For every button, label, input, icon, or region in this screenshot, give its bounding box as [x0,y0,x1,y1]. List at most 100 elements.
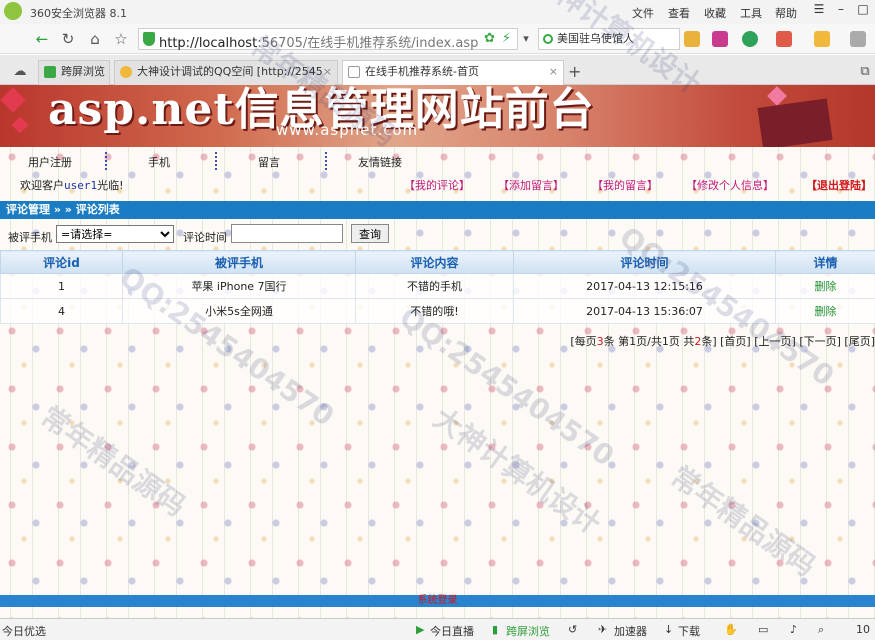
lightning-icon[interactable]: ⚡ [502,31,511,46]
tab-homepage[interactable]: 在线手机推荐系统-首页 × [342,60,564,86]
url-dropdown-icon[interactable]: ▾ [516,29,536,49]
new-tab-button[interactable]: + [568,62,581,81]
extension-translate-icon[interactable] [776,31,792,47]
header-detail[interactable]: 详情 [775,250,875,274]
link-logout[interactable]: 【退出登陆】 [806,177,872,193]
flower-icon[interactable]: ✿ [484,31,495,46]
cloud-icon[interactable]: ☁ [10,62,30,82]
tab-list-icon[interactable]: ⧉ [855,62,875,82]
extension-grid-icon[interactable] [684,31,700,47]
nav-friend-links[interactable]: 友情链接 [358,154,402,170]
minimize-icon[interactable]: – [830,2,852,20]
breadcrumb: 评论管理 » » 评论列表 [0,201,875,219]
cell-comment-id: 1 [0,273,123,299]
link-add-message[interactable]: 【添加留言】 [498,177,564,193]
phone-filter-select[interactable]: =请选择= [56,225,174,243]
heart-decoration-icon [0,87,26,113]
status-accelerator[interactable]: 加速器 [614,623,647,639]
url-text: http://localhost:56705/在线手机推荐系统/index.as… [159,32,479,51]
phone-filter-label: 被评手机 [8,231,52,244]
url-bar[interactable]: http://localhost:56705/在线手机推荐系统/index.as… [138,28,518,51]
menu-favorites[interactable]: 收藏 [704,5,726,21]
menu-file[interactable]: 文件 [632,5,654,21]
status-today-picks[interactable]: 今日优选 [2,623,46,639]
extension-gamepad-icon[interactable] [850,31,866,47]
web-page: asp.net信息管理网站前台 www.aspnet.com 用户注册 手机 留… [0,85,875,618]
nav-divider [215,152,217,170]
link-my-comments[interactable]: 【我的评论】 [404,177,470,193]
status-rocket-icon[interactable]: ✈ [598,623,607,636]
link-edit-profile[interactable]: 【修改个人信息】 [686,177,774,193]
welcome-prefix: 欢迎客户 [20,179,64,192]
status-history-icon[interactable]: ↺ [568,623,577,636]
cell-content: 不错的手机 [355,273,514,299]
page-icon [348,66,360,78]
pager-prev[interactable]: [上一页] [754,335,796,348]
pager-last[interactable]: [尾页] [844,335,875,348]
phone-icon [44,66,56,78]
status-live-icon[interactable]: ▶ [416,623,424,636]
time-filter-input[interactable] [231,224,343,243]
close-tab-icon[interactable]: × [549,61,558,83]
tab-qq-space[interactable]: 大神设计调试的QQ空间 [http://2545 × [114,60,338,85]
maximize-icon[interactable]: □ [852,2,874,20]
status-download[interactable]: 下载 [678,623,700,639]
header-content[interactable]: 评论内容 [355,250,514,274]
cell-time: 2017-04-13 15:36:07 [513,298,776,324]
cell-phone: 小米5s全网通 [122,298,356,324]
nav-phones[interactable]: 手机 [148,154,170,170]
delete-link[interactable]: 删除 [775,273,875,299]
table-row: 1 苹果 iPhone 7国行 不错的手机 2017-04-13 12:15:1… [0,273,875,299]
pager-text: 页 共 [668,335,695,348]
status-zoom[interactable]: 10 [856,623,870,636]
welcome-suffix: 光临! [97,179,124,192]
extension-app-icon[interactable] [712,31,728,47]
tab-cross-screen[interactable]: 跨屏浏览 [38,60,110,85]
header-time[interactable]: 评论时间 [513,250,776,274]
menu-help[interactable]: 帮助 [775,5,797,21]
menu-view[interactable]: 查看 [668,5,690,21]
status-zoom-icon[interactable]: ⌕ [818,623,824,637]
table-header-row: 评论id 被评手机 评论内容 评论时间 详情 [0,250,875,274]
pager-total-pages: 1 [661,335,669,348]
status-cross-screen[interactable]: 跨屏浏览 [506,623,550,639]
extension-shield-icon[interactable] [742,31,758,47]
header-comment-id[interactable]: 评论id [0,250,123,274]
footer-login-link[interactable]: 系统登录 [0,595,875,607]
url-host: http://localhost [159,36,258,51]
reload-icon[interactable]: ↻ [58,29,78,49]
star-icon[interactable]: ☆ [111,29,131,49]
browser-statusbar: 今日优选 ▶ 今日直播 ▮ 跨屏浏览 ↺ ✈ 加速器 ↓ 下载 ✋ ▭ ♪ ⌕ … [0,618,875,640]
cell-time: 2017-04-13 12:15:16 [513,273,776,299]
link-my-messages[interactable]: 【我的留言】 [592,177,658,193]
query-button[interactable]: 查询 [351,224,389,243]
heart-decoration-icon [767,86,787,106]
pager-text: 条 第 [603,335,630,348]
tab-label: 大神设计调试的QQ空间 [http://2545 [137,65,323,78]
pager-text: [每页 [570,335,597,348]
pagination: [每页3条 第1页/共1页 共2条] [首页] [上一页] [下一页] [尾页] [570,333,875,349]
delete-link[interactable]: 删除 [775,298,875,324]
status-download-icon[interactable]: ↓ [664,623,673,636]
extension-games-icon[interactable] [814,31,830,47]
table-row: 4 小米5s全网通 不错的哦! 2017-04-13 15:36:07 删除 [0,298,875,324]
nav-register[interactable]: 用户注册 [28,154,72,170]
back-icon[interactable]: ← [32,29,52,49]
pager-per-page: 3 [596,335,604,348]
status-today-live[interactable]: 今日直播 [430,623,474,639]
status-sound-icon[interactable]: ♪ [790,623,797,636]
close-tab-icon[interactable]: × [323,61,332,83]
window-menu-icon[interactable]: ☰ [808,2,830,20]
header-phone[interactable]: 被评手机 [122,250,356,274]
status-hand-icon[interactable]: ✋ [724,623,738,636]
tab-label: 跨屏浏览 [61,65,105,78]
pager-first[interactable]: [首页] [720,335,751,348]
status-phone-icon[interactable]: ▮ [492,623,498,636]
home-icon[interactable]: ⌂ [85,29,105,49]
cell-content: 不错的哦! [355,298,514,324]
search-box[interactable]: 美国驻乌使馆人 [538,28,680,50]
menu-tools[interactable]: 工具 [740,5,762,21]
nav-messages[interactable]: 留言 [258,154,280,170]
status-window-icon[interactable]: ▭ [758,623,768,636]
pager-next[interactable]: [下一页] [799,335,841,348]
